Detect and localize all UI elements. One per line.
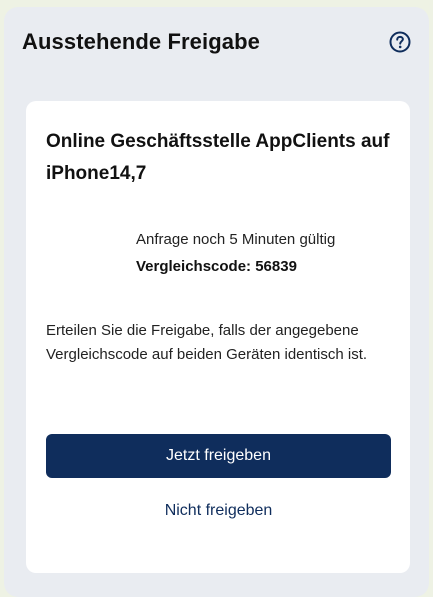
decline-button[interactable]: Nicht freigeben	[46, 496, 391, 526]
validity-text: Anfrage noch 5 Minuten gültig	[136, 231, 336, 248]
comparison-code: Vergleichscode: 56839	[136, 258, 297, 275]
approve-button[interactable]: Jetzt freigeben	[46, 434, 391, 478]
panel-header: Ausstehende Freigabe	[22, 29, 411, 65]
info-text: Erteilen Sie die Freigabe, falls der ang…	[46, 322, 368, 363]
approval-card: Online Geschäftsstelle AppClients auf iP…	[26, 101, 410, 573]
client-title: Online Geschäftsstelle AppClients auf iP…	[46, 131, 390, 184]
page-title: Ausstehende Freigabe	[22, 29, 260, 54]
help-icon[interactable]	[389, 31, 411, 53]
approval-panel: Ausstehende Freigabe Online Geschäftsste…	[4, 7, 429, 597]
